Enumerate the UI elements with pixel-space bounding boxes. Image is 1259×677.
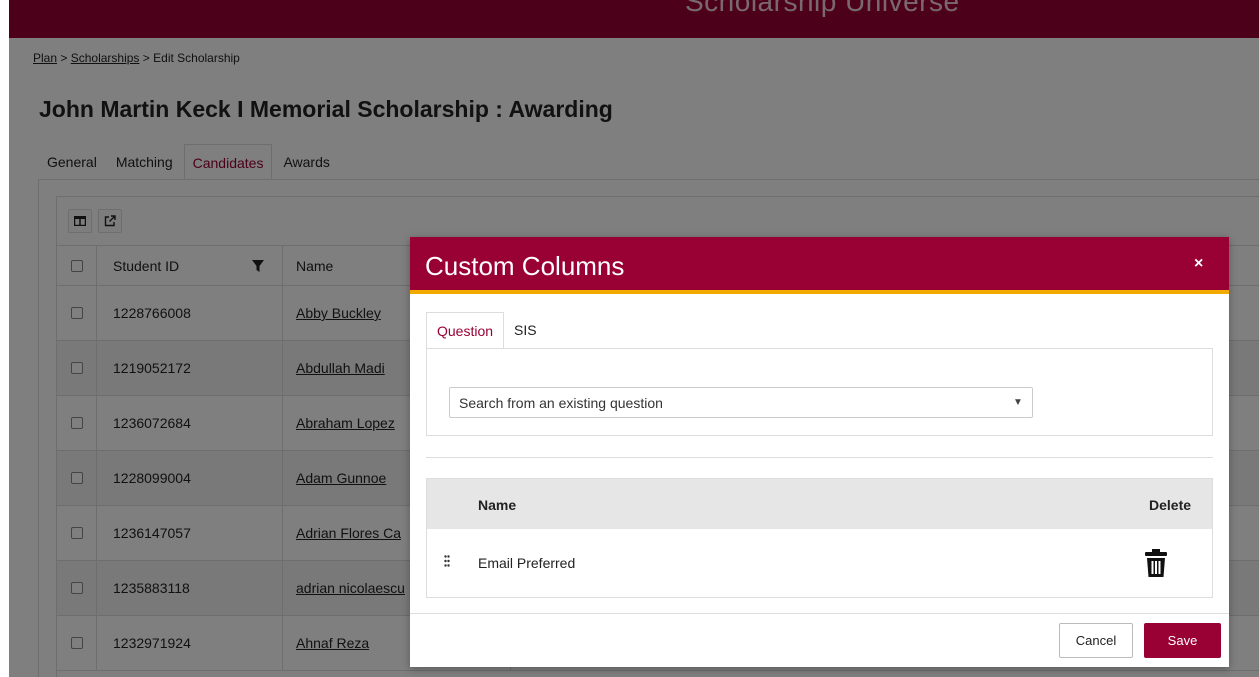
tab-sis[interactable]: SIS [504, 312, 547, 349]
question-panel: Search from an existing question ▼ [426, 348, 1213, 436]
column-header-name: Name [478, 497, 517, 513]
column-header-delete: Delete [1149, 497, 1192, 513]
modal-header: Custom Columns × [410, 237, 1229, 294]
modal-tabs: Question SIS [426, 312, 547, 349]
question-search-text: Search from an existing question [459, 394, 663, 411]
drag-handle-icon[interactable] [444, 555, 450, 567]
modal-title: Custom Columns [425, 251, 625, 281]
close-icon[interactable]: × [1194, 255, 1203, 273]
list-item: Email Preferred [427, 529, 1212, 598]
custom-columns-table: Name Delete Email Preferred [426, 478, 1213, 598]
trash-icon[interactable] [1145, 549, 1167, 577]
tab-question[interactable]: Question [426, 312, 505, 349]
columns-table-header: Name Delete [427, 479, 1212, 529]
left-edge [0, 0, 9, 677]
question-search-select[interactable]: Search from an existing question ▼ [449, 387, 1033, 418]
custom-columns-dialog: Custom Columns × Question SIS Search fro… [410, 237, 1229, 667]
modal-divider [426, 457, 1213, 458]
column-name: Email Preferred [478, 555, 576, 571]
dropdown-arrow-icon[interactable]: ▼ [1004, 388, 1032, 417]
save-button[interactable]: Save [1144, 623, 1221, 658]
modal-footer-divider [410, 613, 1229, 614]
cancel-button[interactable]: Cancel [1059, 623, 1133, 658]
page-root: Scholarship Universe Plan > Scholarships… [0, 0, 1259, 677]
